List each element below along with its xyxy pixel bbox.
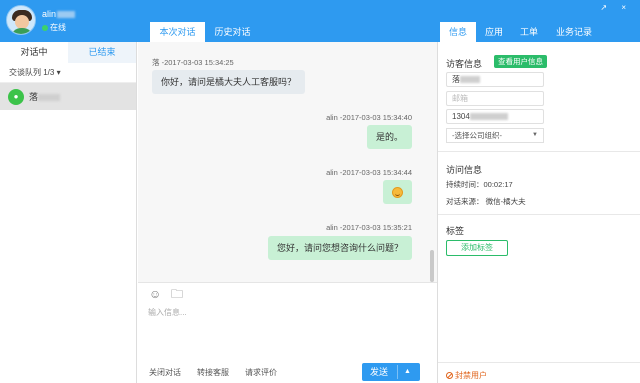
tab-ended[interactable]: 已结束 <box>68 42 136 63</box>
ban-user-button[interactable]: 封禁用户 <box>446 370 487 381</box>
tab-business-records[interactable]: 业务记录 <box>546 22 602 42</box>
tab-current-chat[interactable]: 本次对话 <box>150 22 205 42</box>
smile-emoji-icon <box>392 187 403 199</box>
window-controls[interactable]: ↗ × <box>600 3 632 12</box>
tab-tickets[interactable]: 工单 <box>512 22 546 42</box>
avatar[interactable] <box>6 5 36 35</box>
visit-info-title: 访问信息 <box>446 165 483 175</box>
tags-title: 标签 <box>446 226 465 236</box>
view-user-info-button[interactable]: 查看用户信息 <box>494 55 547 68</box>
message-bubble: 是的。 <box>366 125 412 149</box>
message-list[interactable]: 落 -2017-03-03 15:34:25 你好，请问是橘大夫人工客服吗？ a… <box>138 42 437 282</box>
message-input[interactable]: 输入信息... <box>148 307 187 318</box>
message-meta: alin -2017-03-03 15:34:44 <box>326 168 412 177</box>
request-rating-link[interactable]: 请求评价 <box>245 367 277 378</box>
message-meta: alin -2017-03-03 15:34:40 <box>326 113 412 122</box>
source: 对话来源： 微信-橘大夫 <box>446 197 526 206</box>
send-options-icon[interactable]: ▲ <box>404 363 411 381</box>
session-item[interactable]: ● 落 <box>0 83 136 110</box>
send-button[interactable]: 发送 ▲ <box>362 363 420 381</box>
scrollbar[interactable] <box>430 250 434 282</box>
transfer-link[interactable]: 转接客服 <box>197 367 229 378</box>
close-chat-link[interactable]: 关闭对话 <box>149 367 181 378</box>
session-panel: 对话中 已结束 交谈队列 1/3 ▾ ● 落 <box>0 42 137 383</box>
username: alin <box>42 9 76 19</box>
composer-toolbar: ☺ 🗀 <box>138 282 437 304</box>
duration: 持续时间：00:02:17 <box>446 180 513 189</box>
queue-dropdown[interactable]: 交谈队列 1/3 ▾ <box>0 63 136 83</box>
email-field[interactable]: 邮箱 <box>446 91 544 106</box>
chat-area: 落 -2017-03-03 15:34:25 你好，请问是橘大夫人工客服吗？ a… <box>138 42 437 383</box>
session-name: 落 <box>29 90 61 103</box>
message-meta: alin -2017-03-03 15:35:21 <box>326 223 412 232</box>
ban-icon <box>446 372 453 380</box>
name-field[interactable]: 落 <box>446 72 544 87</box>
message-meta: 落 -2017-03-03 15:34:25 <box>152 58 234 67</box>
visitor-info-title: 访客信息 <box>446 59 483 69</box>
wechat-icon: ● <box>8 88 24 105</box>
chevron-down-icon: ▼ <box>532 132 538 138</box>
status[interactable]: 在线 <box>42 22 66 33</box>
tab-history-chat[interactable]: 历史对话 <box>205 22 260 42</box>
emoji-icon[interactable]: ☺ <box>149 287 161 301</box>
message-bubble: 您好，请问您想咨询什么问题？ <box>267 236 412 260</box>
message-bubble <box>383 180 412 204</box>
message-bubble: 你好，请问是橘大夫人工客服吗？ <box>152 70 306 94</box>
company-select[interactable]: -选择公司组织- ▼ <box>446 128 544 143</box>
status-dot-icon <box>42 24 48 31</box>
composer-actions: 关闭对话 转接客服 请求评价 发送 ▲ <box>138 360 437 383</box>
info-panel: 访客信息 查看用户信息 落 邮箱 1304 -选择公司组织- ▼ 访问信息 持续时… <box>437 42 640 383</box>
tab-info[interactable]: 信息 <box>440 22 476 42</box>
tab-in-progress[interactable]: 对话中 <box>0 42 68 63</box>
top-bar: alin 在线 ↗ × 本次对话 历史对话 信息 应用 工单 业务记录 <box>0 0 640 42</box>
folder-icon[interactable]: 🗀 <box>171 287 183 301</box>
tab-apps[interactable]: 应用 <box>476 22 512 42</box>
phone-field[interactable]: 1304 <box>446 109 544 124</box>
add-tag-button[interactable]: 添加标签 <box>446 240 508 256</box>
